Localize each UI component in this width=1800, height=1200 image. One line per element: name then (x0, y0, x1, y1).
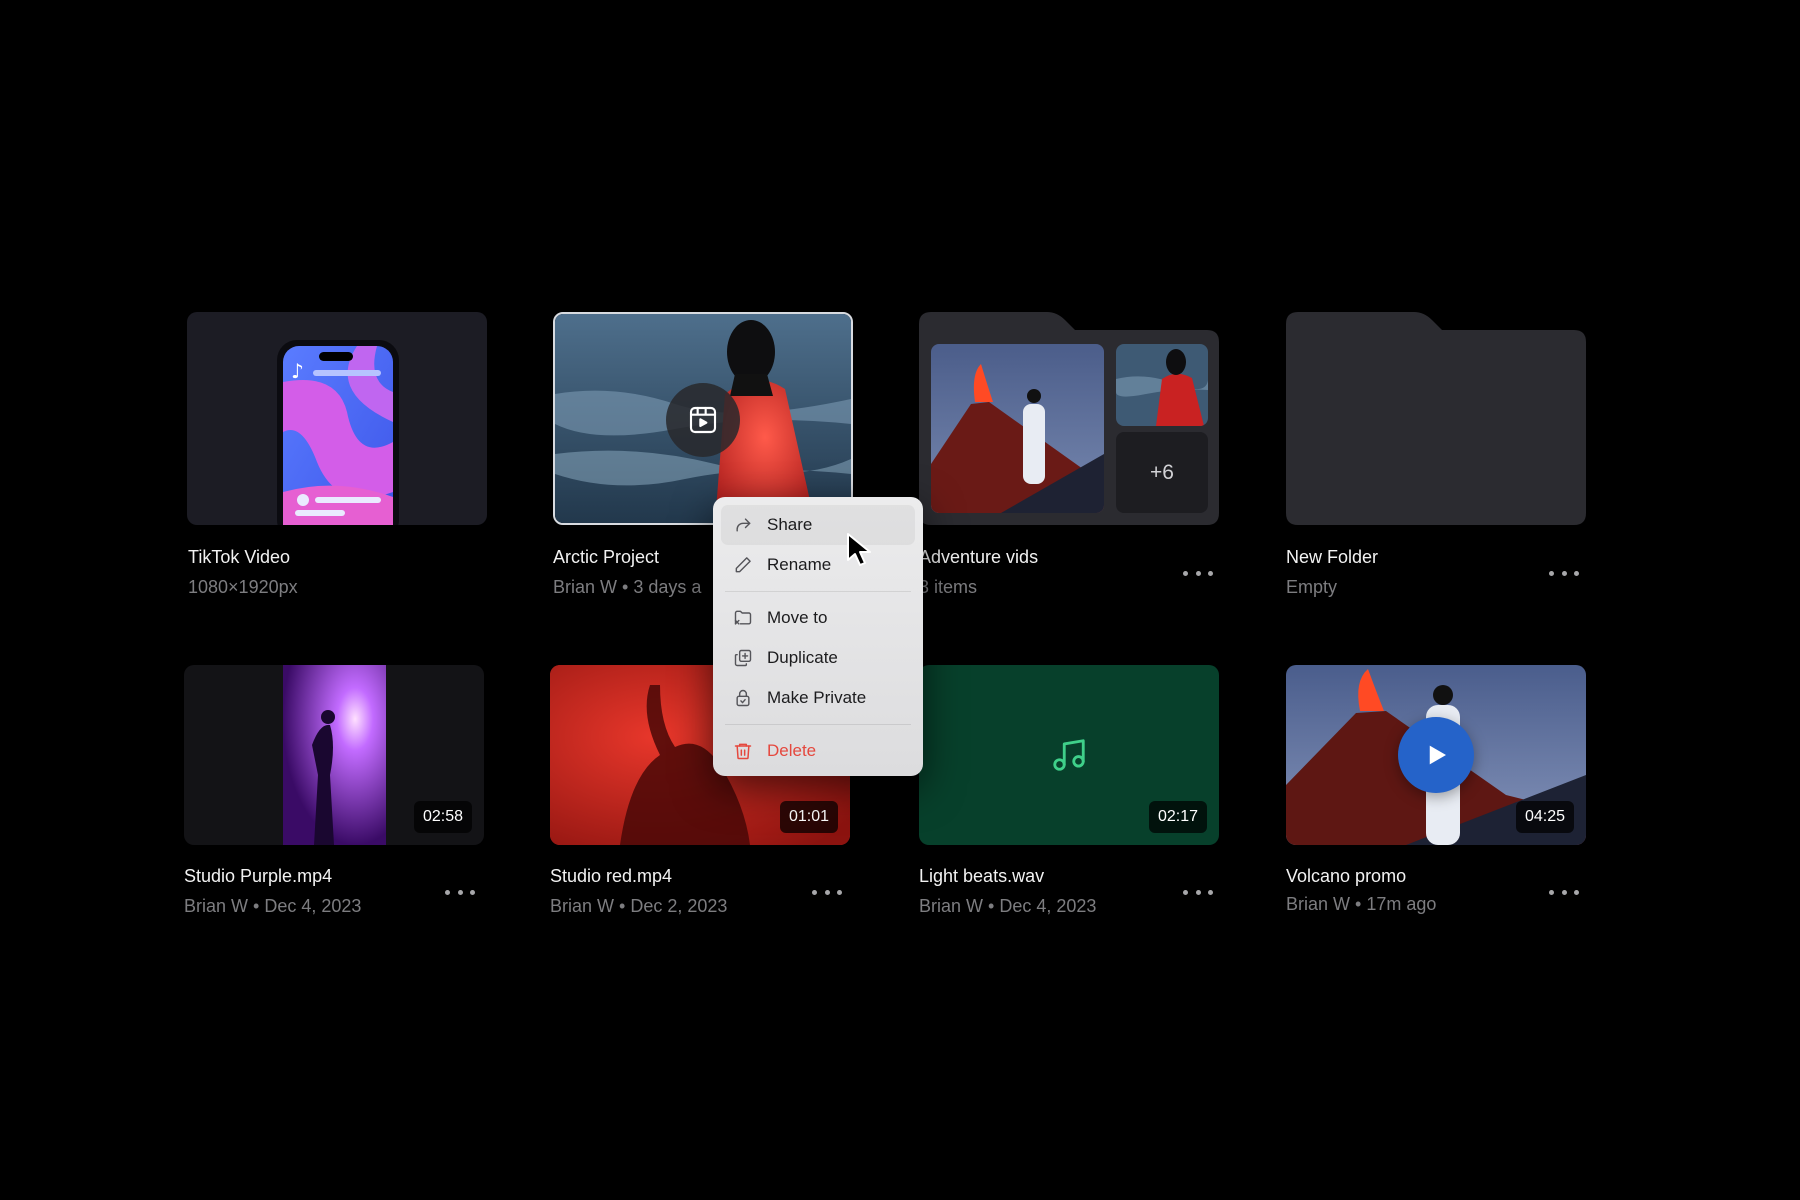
menu-item-move-to[interactable]: Move to (721, 598, 915, 638)
file-title: Volcano promo (1286, 866, 1407, 886)
video-file-icon (689, 406, 717, 434)
file-meta: Brian W • Dec 4, 2023 (184, 896, 362, 916)
menu-item-share[interactable]: Share (721, 505, 915, 545)
menu-item-label: Make Private (767, 688, 867, 707)
menu-item-make-private[interactable]: Make Private (721, 678, 915, 718)
pencil-icon (735, 557, 751, 573)
play-icon (1429, 745, 1446, 765)
context-menu: Share Rename Move to Duplicate Make Priv… (713, 497, 923, 776)
menu-item-label: Share (767, 515, 813, 534)
share-icon (736, 518, 751, 532)
file-title: Arctic Project (553, 547, 660, 567)
file-meta: Brian W • 17m ago (1286, 894, 1437, 914)
file-meta: 3 items (919, 577, 978, 597)
audio-duration: 02:17 (1148, 801, 1207, 833)
file-title: Studio Purple.mp4 (184, 866, 333, 886)
more-options-button[interactable] (1183, 884, 1213, 900)
mouse-cursor-icon (847, 533, 871, 566)
video-duration: 01:01 (779, 801, 838, 833)
folder-preview-volcano (931, 344, 1104, 513)
file-meta: Brian W • Dec 4, 2023 (919, 896, 1097, 916)
menu-item-label: Move to (767, 608, 828, 627)
trash-icon (734, 743, 752, 760)
file-meta: Empty (1286, 577, 1338, 597)
arctic-project-thumbnail[interactable] (553, 312, 853, 525)
file-title: New Folder (1286, 547, 1379, 567)
file-meta: 1080×1920px (188, 577, 298, 597)
folder-shape[interactable] (1286, 312, 1586, 525)
more-options-button[interactable] (1183, 565, 1213, 581)
more-options-button[interactable] (445, 884, 475, 900)
menu-separator (725, 591, 911, 592)
play-button[interactable] (1398, 717, 1474, 793)
menu-item-label: Delete (767, 741, 817, 760)
phone-mockup-image: ♪ (277, 340, 399, 525)
svg-text:♪: ♪ (291, 359, 304, 383)
folder-preview-arctic (1116, 344, 1208, 426)
menu-item-duplicate[interactable]: Duplicate (721, 638, 915, 678)
video-format-badge[interactable] (666, 383, 740, 457)
folder-move-icon (734, 610, 752, 625)
file-meta: Brian W • Dec 2, 2023 (550, 896, 728, 916)
lock-icon (736, 689, 750, 707)
file-title: Light beats.wav (919, 866, 1045, 886)
video-duration: 02:58 (413, 801, 472, 833)
duplicate-icon (734, 649, 752, 667)
more-count-label: +6 (1150, 460, 1174, 484)
file-title: TikTok Video (188, 547, 291, 567)
file-title: Studio red.mp4 (550, 866, 673, 886)
studio-purple-thumbnail[interactable]: 02:58 (184, 665, 484, 845)
tiktok-video-thumbnail[interactable]: ♪ (187, 312, 487, 525)
file-meta: Brian W • 3 days a (553, 577, 702, 597)
menu-item-rename[interactable]: Rename (721, 545, 915, 585)
file-title: Adventure vids (919, 547, 1039, 567)
volcano-image (931, 344, 1104, 513)
arctic-small-image (1116, 344, 1208, 426)
menu-item-label: Duplicate (767, 648, 838, 667)
more-options-button[interactable] (1549, 884, 1579, 900)
volcano-promo-thumbnail[interactable]: 04:25 (1286, 665, 1586, 845)
menu-separator (725, 724, 911, 725)
folder-more-count: +6 (1116, 432, 1208, 513)
video-duration: 04:25 (1515, 801, 1574, 833)
more-options-button[interactable] (812, 884, 842, 900)
light-beats-thumbnail[interactable]: 02:17 (919, 665, 1219, 845)
more-options-button[interactable] (1549, 565, 1579, 581)
music-note-icon (1053, 739, 1085, 771)
menu-item-label: Rename (767, 555, 832, 574)
menu-item-delete[interactable]: Delete (721, 731, 915, 771)
